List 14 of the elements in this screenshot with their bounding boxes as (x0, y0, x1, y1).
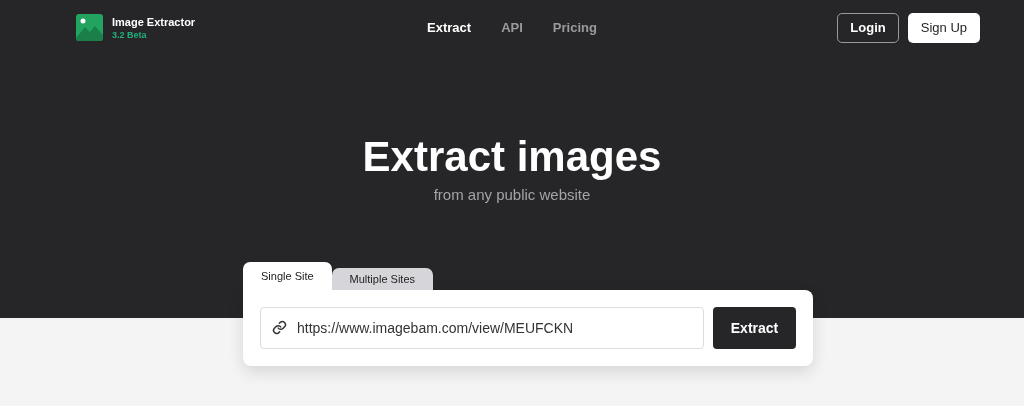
nav-link[interactable]: Extract (427, 20, 472, 35)
tab[interactable]: Single Site (243, 262, 332, 290)
signup-button[interactable]: Sign Up (907, 12, 980, 43)
brand-name: Image Extractor (112, 15, 196, 28)
tab[interactable]: Multiple Sites (331, 268, 433, 290)
login-button[interactable]: Login (837, 12, 899, 43)
image-logo-icon (76, 14, 103, 41)
hero-subtitle: from any public website (433, 186, 591, 203)
nav-link[interactable]: API (501, 20, 523, 35)
nav-link[interactable]: Pricing (552, 20, 597, 35)
hero-title: Extract images (362, 132, 662, 182)
extract-button[interactable]: Extract (713, 307, 796, 349)
url-field[interactable]: https://www.imagebam.com/view/MEUFCKN (260, 307, 704, 349)
version-label: 3.2 Beta (112, 29, 148, 40)
